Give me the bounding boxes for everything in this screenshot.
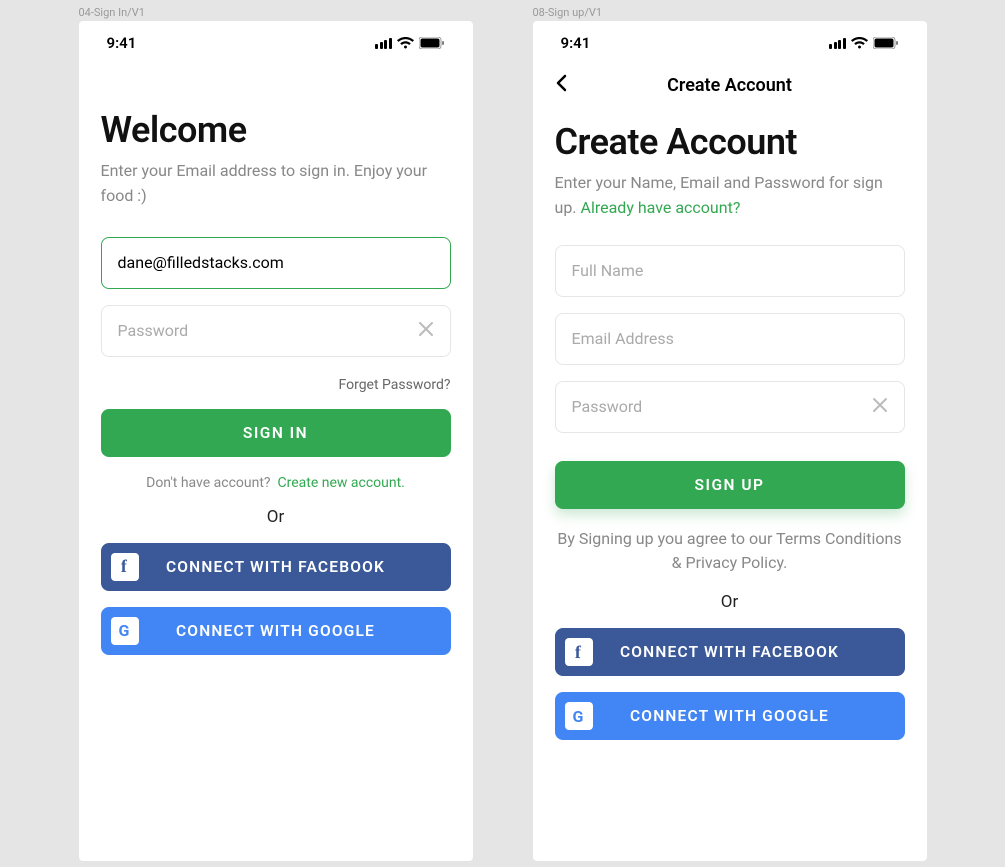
status-bar: 9:41 bbox=[101, 21, 451, 65]
frame-label: 04-Sign In/V1 bbox=[79, 6, 145, 19]
password-field[interactable] bbox=[101, 305, 451, 357]
page-subtitle: Enter your Name, Email and Password for … bbox=[555, 171, 905, 221]
divider-or: Or bbox=[101, 507, 451, 527]
google-button[interactable]: G CONNECT WITH GOOGLE bbox=[555, 692, 905, 740]
facebook-icon: f bbox=[111, 553, 139, 581]
status-icons bbox=[829, 37, 899, 49]
password-field[interactable] bbox=[555, 381, 905, 433]
facebook-button-label: CONNECT WITH FACEBOOK bbox=[166, 558, 385, 576]
signup-button-label: SIGN UP bbox=[695, 476, 765, 494]
divider-or: Or bbox=[555, 592, 905, 612]
google-icon: G bbox=[111, 617, 139, 645]
page-title: Create Account bbox=[555, 121, 905, 163]
facebook-button[interactable]: f CONNECT WITH FACEBOOK bbox=[101, 543, 451, 591]
signup-button[interactable]: SIGN UP bbox=[555, 461, 905, 509]
eye-off-icon[interactable] bbox=[418, 321, 434, 341]
signup-screen: 9:41 Create Account Create Account Enter… bbox=[533, 21, 927, 861]
nav-bar: Create Account bbox=[555, 65, 905, 105]
signup-prompt: Don't have account? Create new account. bbox=[101, 475, 451, 491]
password-input[interactable] bbox=[118, 321, 434, 340]
google-button-label: CONNECT WITH GOOGLE bbox=[176, 622, 375, 640]
battery-icon bbox=[419, 37, 445, 49]
name-input[interactable] bbox=[572, 261, 888, 280]
page-title: Welcome bbox=[101, 109, 451, 151]
status-icons bbox=[375, 37, 445, 49]
nav-title: Create Account bbox=[667, 75, 792, 96]
status-time: 9:41 bbox=[107, 34, 137, 52]
status-time: 9:41 bbox=[561, 34, 591, 52]
signin-button[interactable]: SIGN IN bbox=[101, 409, 451, 457]
facebook-icon: f bbox=[565, 638, 593, 666]
battery-icon bbox=[873, 37, 899, 49]
email-input[interactable] bbox=[118, 253, 434, 272]
facebook-button[interactable]: f CONNECT WITH FACEBOOK bbox=[555, 628, 905, 676]
wifi-icon bbox=[851, 37, 868, 49]
signal-icon bbox=[829, 38, 846, 49]
email-field[interactable] bbox=[101, 237, 451, 289]
facebook-button-label: CONNECT WITH FACEBOOK bbox=[620, 643, 839, 661]
terms-text: By Signing up you agree to our Terms Con… bbox=[555, 527, 905, 577]
prompt-text: Don't have account? bbox=[146, 475, 270, 491]
name-field[interactable] bbox=[555, 245, 905, 297]
create-account-link[interactable]: Create new account. bbox=[278, 475, 405, 491]
signin-button-label: SIGN IN bbox=[243, 424, 308, 442]
google-button-label: CONNECT WITH GOOGLE bbox=[630, 707, 829, 725]
status-bar: 9:41 bbox=[555, 21, 905, 65]
forgot-password-link[interactable]: Forget Password? bbox=[339, 377, 451, 393]
password-input[interactable] bbox=[572, 397, 888, 416]
signin-screen: 9:41 Welcome Enter your Email address to… bbox=[79, 21, 473, 861]
signal-icon bbox=[375, 38, 392, 49]
frame-label: 08-Sign up/V1 bbox=[533, 6, 603, 19]
email-input[interactable] bbox=[572, 329, 888, 348]
google-button[interactable]: G CONNECT WITH GOOGLE bbox=[101, 607, 451, 655]
wifi-icon bbox=[397, 37, 414, 49]
eye-off-icon[interactable] bbox=[872, 397, 888, 417]
email-field[interactable] bbox=[555, 313, 905, 365]
already-have-account-link[interactable]: Already have account? bbox=[581, 198, 741, 217]
google-icon: G bbox=[565, 702, 593, 730]
page-subtitle: Enter your Email address to sign in. Enj… bbox=[101, 159, 451, 209]
back-button[interactable] bbox=[555, 73, 567, 98]
